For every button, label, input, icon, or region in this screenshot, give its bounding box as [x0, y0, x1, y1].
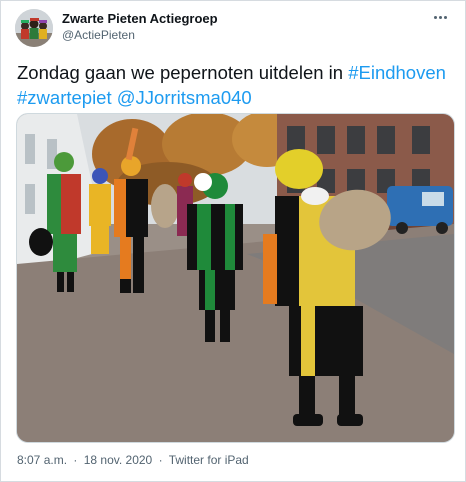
more-horizontal-icon [433, 15, 437, 19]
more-options-button[interactable] [429, 9, 451, 25]
tweet-photo[interactable] [16, 113, 455, 443]
meta-separator-2: · [158, 453, 163, 467]
hashtag-zwartepiet[interactable]: #zwartepiet [17, 87, 112, 108]
tweet-card: Zwarte Pieten Actiegroep @ActiePieten Zo… [0, 0, 466, 482]
avatar-image [15, 9, 53, 47]
tweet-source[interactable]: Twitter for iPad [169, 453, 249, 467]
user-handle[interactable]: @ActiePieten [62, 28, 135, 42]
tweet-meta: 8:07 a.m. · 18 nov. 2020 · Twitter for i… [17, 453, 249, 467]
meta-separator: · [73, 453, 78, 467]
street-scene-image [17, 114, 454, 442]
avatar[interactable] [15, 9, 53, 47]
mention-jjorritsma040[interactable]: @JJorritsma040 [117, 87, 252, 108]
tweet-time[interactable]: 8:07 a.m. [17, 453, 67, 467]
display-name[interactable]: Zwarte Pieten Actiegroep [62, 11, 218, 26]
tweet-text: Zondag gaan we pepernoten uitdelen in #E… [17, 60, 451, 110]
hashtag-eindhoven[interactable]: #Eindhoven [348, 62, 446, 83]
tweet-date[interactable]: 18 nov. 2020 [84, 453, 153, 467]
tweet-text-plain: Zondag gaan we pepernoten uitdelen in [17, 62, 344, 83]
